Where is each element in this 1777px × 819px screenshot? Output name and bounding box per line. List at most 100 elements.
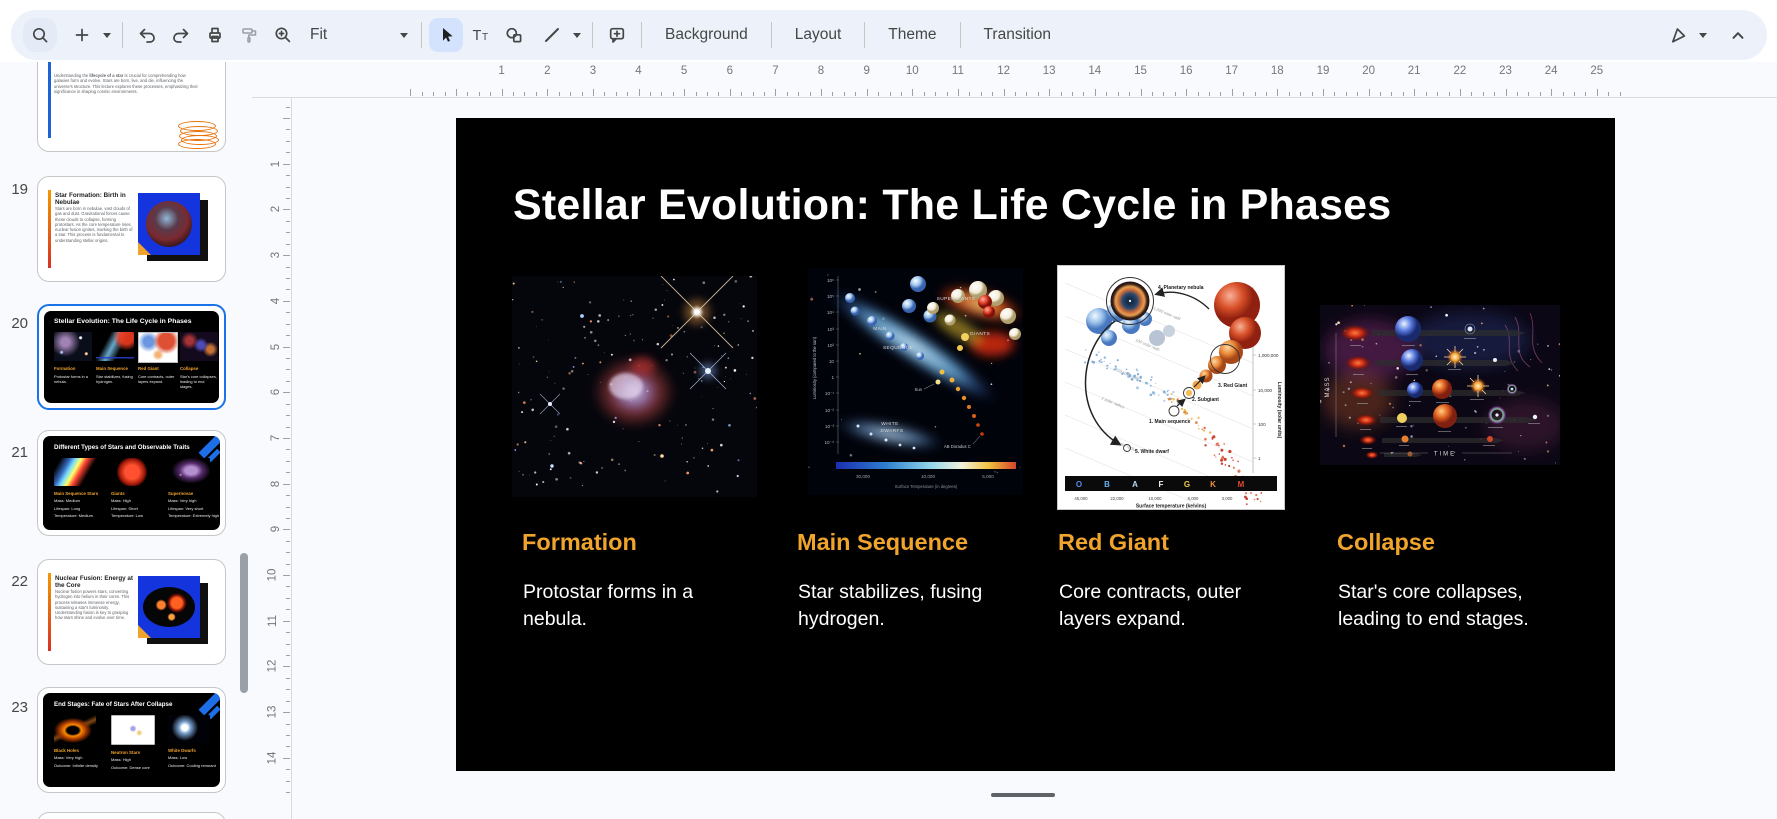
mini-caption: White Dwarfs	[168, 748, 196, 753]
undo-icon	[139, 28, 155, 43]
chevron-down-icon	[573, 32, 581, 38]
search-menus-button[interactable]	[23, 18, 57, 52]
formation-image[interactable]	[512, 276, 757, 497]
slide-20-thumbnail[interactable]: Stellar Evolution: The Life Cycle in Pha…	[37, 304, 226, 410]
svg-text:AB Doradus C: AB Doradus C	[944, 444, 971, 449]
main-sequence-image[interactable]: 10⁶ 10⁵ 10⁴ 10³ 10² 10 1 10⁻¹ 10⁻² 10⁻³ 10⁻⁴ Lumin…	[808, 268, 1023, 495]
insert-comment-button[interactable]	[600, 18, 634, 52]
svg-text:3,000: 3,000	[1222, 496, 1233, 501]
thumbnail-title: Different Types of Stars and Observable …	[54, 444, 190, 451]
horizontal-ruler: 1 2 3 4 5 6 7 8 9 10 11 12 13 14 15 16 17 18 19 20 21 22 23 24 2…	[252, 62, 1777, 98]
line-tool-dropdown[interactable]	[569, 18, 585, 52]
thumbnail-body-text: Stars are born in nebulae, vast clouds o…	[55, 206, 133, 243]
google-slides-app: Fit TT Background Layout Theme Transitio…	[0, 0, 1777, 819]
svg-text:5. White dwarf: 5. White dwarf	[1135, 449, 1169, 455]
theme-button[interactable]: Theme	[872, 17, 952, 53]
layout-button[interactable]: Layout	[779, 17, 858, 53]
fusion-diagram	[143, 587, 195, 627]
mini-image	[54, 458, 96, 486]
mini-caption: Neutron Stars	[111, 750, 141, 755]
pointer-tool-dropdown[interactable]	[1695, 18, 1711, 52]
phase-heading-formation[interactable]: Formation	[522, 529, 637, 556]
new-slide-button[interactable]	[65, 18, 99, 52]
phase-heading-main-sequence[interactable]: Main Sequence	[797, 529, 968, 556]
redo-button[interactable]	[164, 18, 198, 52]
comment-icon	[609, 27, 625, 43]
slide-22-thumbnail[interactable]: Nuclear Fusion: Energy at the Core Nucle…	[37, 559, 226, 665]
slide-23-thumbnail[interactable]: End Stages: Fate of Stars After Collapse…	[37, 687, 226, 793]
thumbnail-image	[138, 193, 214, 267]
svg-text:10: 10	[829, 359, 835, 364]
shape-tool-button[interactable]	[497, 18, 531, 52]
mini-caption: Collapse	[180, 366, 199, 371]
filmstrip-scrollbar-thumb[interactable]	[240, 553, 248, 693]
paint-format-button[interactable]	[232, 18, 266, 52]
phase-body-main-sequence[interactable]: Star stabilizes, fusing hydrogen.	[798, 579, 1003, 633]
slide-20-number: 20	[11, 315, 28, 332]
thumbnail-title: Star Formation: Birth in Nebulae	[55, 192, 126, 206]
toolbar-divider	[592, 22, 593, 48]
svg-text:F: F	[1159, 480, 1164, 489]
phase-body-formation[interactable]: Protostar forms in a nebula.	[523, 579, 708, 633]
line-tool-button[interactable]	[535, 18, 569, 52]
background-button[interactable]: Background	[649, 17, 764, 53]
svg-text:10⁴: 10⁴	[827, 310, 834, 315]
mini-image	[111, 715, 155, 745]
svg-text:3. Red Giant: 3. Red Giant	[1218, 383, 1248, 389]
slide-24-thumbnail[interactable]	[37, 812, 226, 819]
svg-text:MASS: MASS	[1325, 376, 1331, 397]
phase-body-red-giant[interactable]: Core contracts, outer layers expand.	[1059, 579, 1257, 633]
search-icon	[32, 27, 48, 43]
thumbnail-title: End Stages: Fate of Stars After Collapse	[54, 701, 173, 708]
svg-text:2. Subgiant: 2. Subgiant	[1192, 397, 1219, 403]
chevron-up-icon	[1732, 32, 1744, 39]
slide-canvas[interactable]: Stellar Evolution: The Life Cycle in Pha…	[456, 118, 1615, 771]
transition-button[interactable]: Transition	[968, 17, 1067, 53]
hide-toolbar-button[interactable]	[1721, 18, 1755, 52]
svg-text:10,000: 10,000	[1148, 496, 1162, 501]
svg-text:6,000: 6,000	[1188, 496, 1199, 501]
main-toolbar: Fit TT Background Layout Theme Transitio…	[11, 10, 1767, 60]
svg-text:22,000: 22,000	[1110, 496, 1124, 501]
red-giant-image[interactable]: 1,000 solar radii100 solar radii10 solar…	[1057, 265, 1285, 510]
thumbnail-title: Nuclear Fusion: Energy at the Core	[55, 575, 134, 589]
svg-text:T: T	[473, 28, 482, 44]
mini-body: Star's core collapses, leading to end st…	[180, 374, 217, 389]
phase-heading-red-giant[interactable]: Red Giant	[1058, 529, 1169, 556]
phase-body-collapse[interactable]: Star's core collapses, leading to end st…	[1338, 579, 1546, 633]
mini-caption: Main Sequence	[96, 366, 128, 371]
slide-21-thumbnail[interactable]: Different Types of Stars and Observable …	[37, 430, 226, 536]
svg-text:10⁶: 10⁶	[827, 278, 834, 283]
svg-text:30,000: 30,000	[856, 474, 870, 479]
collapse-image[interactable]: MASS TIME	[1320, 305, 1560, 465]
svg-text:T: T	[482, 32, 488, 43]
svg-text:4. Planetary nebula: 4. Planetary nebula	[1158, 285, 1204, 291]
slide-18-thumbnail[interactable]: Understanding the lifecycle of a star is…	[37, 62, 226, 152]
mini-body: Star stabilizes, fusing hydrogen.	[96, 374, 133, 384]
text-box-tool-button[interactable]: TT	[463, 18, 497, 52]
undo-button[interactable]	[130, 18, 164, 52]
slide-title[interactable]: Stellar Evolution: The Life Cycle in Pha…	[513, 181, 1391, 230]
zoom-select[interactable]: Fit	[300, 18, 414, 52]
svg-text:1,000,000: 1,000,000	[1258, 353, 1279, 358]
svg-text:Luminosity (solar units): Luminosity (solar units)	[1276, 382, 1282, 439]
print-button[interactable]	[198, 18, 232, 52]
thumbnail-body-text: Understanding the lifecycle of a star is…	[54, 73, 198, 94]
text-tool-icon: TT	[473, 28, 489, 44]
new-slide-dropdown[interactable]	[99, 18, 115, 52]
svg-text:1: 1	[1258, 456, 1261, 461]
select-tool-button[interactable]	[429, 18, 463, 52]
pointer-tool-button[interactable]	[1661, 18, 1695, 52]
svg-text:DWARFS: DWARFS	[880, 428, 903, 434]
slide-22-number: 22	[11, 573, 28, 590]
line-icon	[545, 28, 559, 42]
zoom-button[interactable]	[266, 18, 300, 52]
phase-heading-collapse[interactable]: Collapse	[1337, 529, 1435, 556]
svg-text:Luminosity (compared to the su: Luminosity (compared to the sun)	[812, 336, 817, 399]
svg-text:100: 100	[1258, 422, 1266, 427]
slide-19-thumbnail[interactable]: Star Formation: Birth in Nebulae Stars a…	[37, 176, 226, 282]
svg-text:TIME: TIME	[1434, 452, 1456, 458]
svg-text:10⁵: 10⁵	[827, 294, 834, 299]
svg-text:Surface temperature (kelvins): Surface temperature (kelvins)	[1136, 504, 1207, 510]
speaker-notes-resize-handle[interactable]	[991, 793, 1055, 797]
